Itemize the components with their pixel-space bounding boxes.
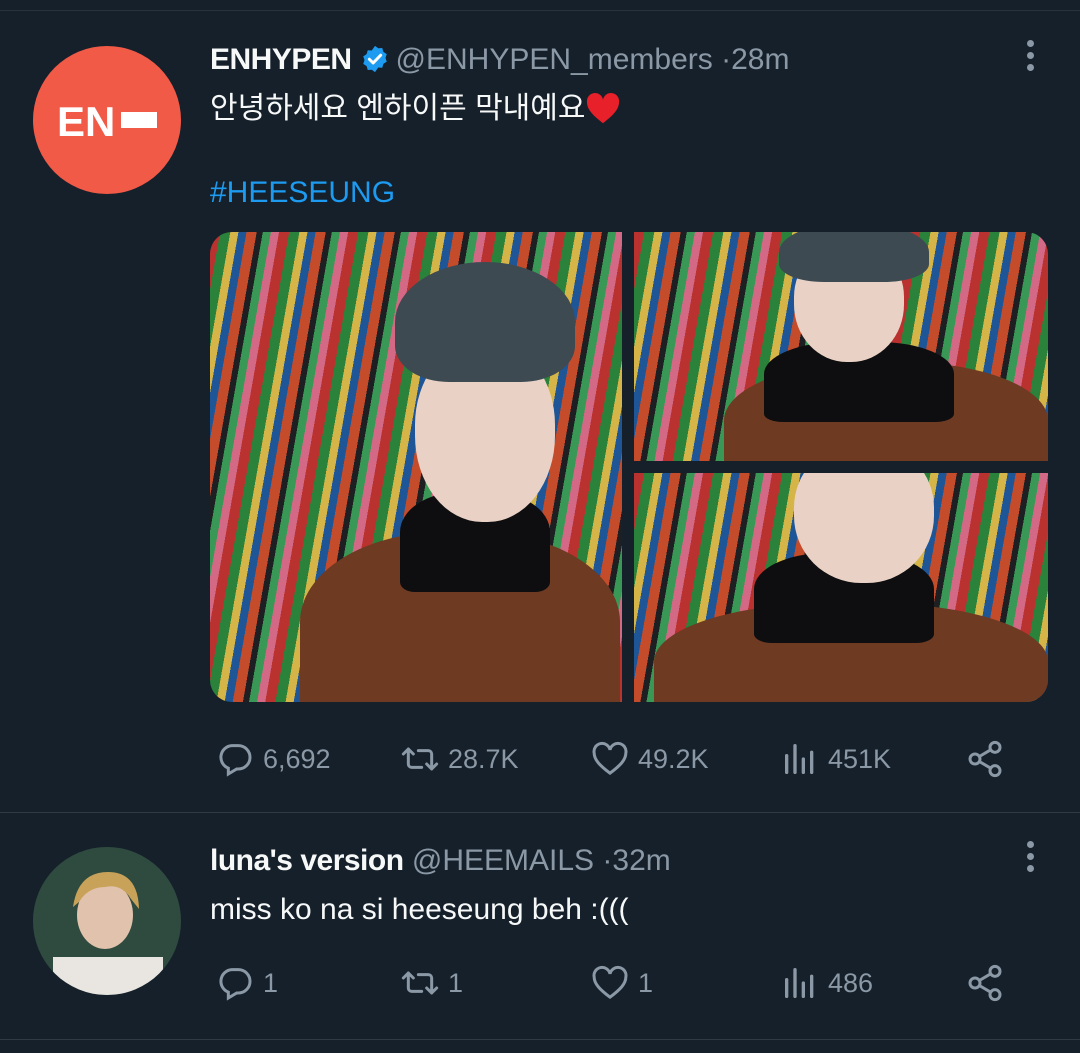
tweet-enhypen[interactable]: EN ENHYPEN @ENHYPEN_members ·28m 안녕하세요 엔하… bbox=[0, 12, 1080, 812]
retweet-button[interactable]: 1 bbox=[400, 958, 463, 1008]
reply-button[interactable]: 6,692 bbox=[215, 734, 331, 784]
avatar[interactable] bbox=[33, 847, 181, 995]
like-icon bbox=[592, 741, 628, 776]
views-button[interactable]: 451K bbox=[780, 734, 891, 784]
reply-icon bbox=[219, 744, 252, 777]
photo-3[interactable] bbox=[634, 473, 1048, 702]
share-icon bbox=[968, 964, 1002, 1002]
hashtag-link[interactable]: #HEESEUNG bbox=[210, 176, 395, 210]
share-button[interactable] bbox=[965, 734, 1013, 784]
reply-count: 1 bbox=[263, 967, 279, 998]
more-icon[interactable] bbox=[1024, 40, 1036, 76]
views-icon bbox=[785, 968, 814, 998]
tweet-header: luna's version @HEEMAILS ·32m bbox=[210, 843, 671, 879]
like-count: 49.2K bbox=[638, 743, 709, 774]
reply-count: 6,692 bbox=[263, 743, 331, 774]
tweet-text: miss ko na si heeseung beh :((( bbox=[210, 893, 629, 926]
handle[interactable]: @HEEMAILS bbox=[412, 844, 594, 877]
action-bar: 6,692 28.7K 49.2K 451K bbox=[210, 734, 1030, 784]
tweet-text-content: 안녕하세요 엔하이픈 막내예요 bbox=[210, 92, 586, 125]
retweet-icon bbox=[401, 971, 439, 995]
more-icon[interactable] bbox=[1024, 841, 1036, 877]
reply-button[interactable]: 1 bbox=[215, 958, 278, 1008]
display-name[interactable]: luna's version bbox=[210, 844, 404, 877]
svg-text:EN: EN bbox=[57, 98, 115, 145]
retweet-icon bbox=[401, 747, 439, 771]
view-count: 451K bbox=[828, 743, 892, 774]
avatar[interactable]: EN bbox=[33, 46, 181, 194]
retweet-count: 28.7K bbox=[448, 743, 519, 774]
views-button[interactable]: 486 bbox=[780, 958, 873, 1008]
like-button[interactable]: 49.2K bbox=[590, 734, 709, 784]
separator-dot: · bbox=[721, 43, 732, 76]
retweet-button[interactable]: 28.7K bbox=[400, 734, 519, 784]
photo-2[interactable] bbox=[634, 232, 1048, 461]
display-name[interactable]: ENHYPEN bbox=[210, 43, 352, 76]
like-button[interactable]: 1 bbox=[590, 958, 653, 1008]
verified-badge-icon bbox=[362, 45, 387, 73]
bottom-divider bbox=[0, 1039, 1080, 1040]
like-count: 1 bbox=[638, 967, 654, 998]
top-divider bbox=[0, 10, 1080, 11]
enhypen-logo: EN bbox=[57, 98, 157, 145]
reply-icon bbox=[219, 968, 252, 1001]
like-icon bbox=[592, 965, 628, 1000]
retweet-count: 1 bbox=[448, 967, 464, 998]
timestamp[interactable]: 32m bbox=[612, 844, 670, 877]
tweet-header: ENHYPEN @ENHYPEN_members ·28m bbox=[210, 42, 789, 78]
photo-1[interactable] bbox=[210, 232, 622, 702]
tweet-text: 안녕하세요 엔하이픈 막내예요 bbox=[210, 90, 621, 128]
separator-dot: · bbox=[602, 844, 613, 877]
share-icon bbox=[968, 740, 1002, 778]
timestamp[interactable]: 28m bbox=[731, 43, 789, 76]
tweet-reply[interactable]: luna's version @HEEMAILS ·32m miss ko na… bbox=[0, 813, 1080, 1039]
media-grid bbox=[210, 232, 1048, 702]
share-button[interactable] bbox=[965, 958, 1013, 1008]
view-count: 486 bbox=[828, 967, 874, 998]
action-bar: 1 1 1 486 bbox=[210, 958, 1030, 1008]
handle[interactable]: @ENHYPEN_members bbox=[396, 43, 713, 76]
avatar-photo bbox=[33, 847, 181, 995]
views-icon bbox=[785, 744, 814, 774]
heart-emoji-icon bbox=[587, 93, 620, 124]
